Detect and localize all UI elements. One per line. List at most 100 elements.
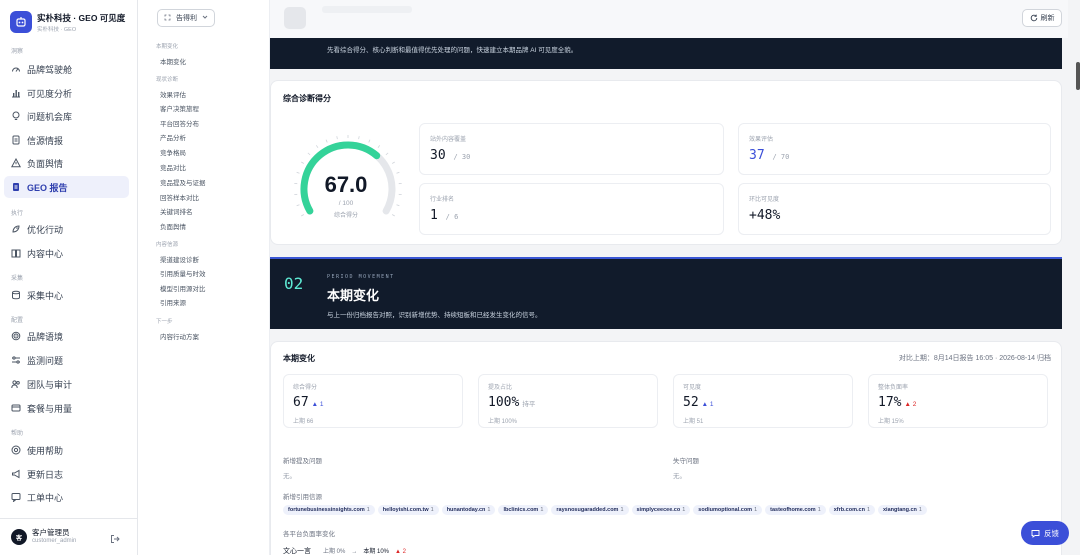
metric-label: 行业排名 <box>430 197 455 203</box>
chat-icon <box>1031 529 1040 538</box>
gauge-tick <box>391 214 395 217</box>
score-card-title: 综合诊断得分 <box>283 94 331 103</box>
score-label: 综合得分 <box>333 213 358 219</box>
gauge-tick <box>385 152 389 156</box>
toc-item[interactable]: 内容行动方案 <box>160 331 199 341</box>
gauge-tick <box>296 204 300 207</box>
sidebar-item-collection[interactable]: 采集中心 <box>4 284 129 306</box>
sidebar-item-actions[interactable]: 优化行动 <box>4 218 129 240</box>
source-chip[interactable]: hunantoday.cn 1 <box>441 505 496 515</box>
refresh-button[interactable]: 刷新 <box>1022 9 1062 27</box>
metric-value: 37 <box>749 148 765 163</box>
gauge-tick <box>368 139 371 143</box>
bar-chart-icon <box>11 88 21 98</box>
toc-item[interactable]: 平台回答分布 <box>160 118 199 128</box>
platform-row: 文心一言 上期 0% → 本期 10% ▲ 2 <box>283 548 406 555</box>
toc-item[interactable]: 竞争格局 <box>160 147 186 157</box>
toc-item[interactable]: 负面舆情 <box>160 221 186 231</box>
stat-overall-score: 综合得分 67 ▲ 1 上期 66 <box>283 374 463 428</box>
sliders-icon <box>11 355 21 365</box>
sidebar-item-monitor[interactable]: 监测问题 <box>4 349 129 371</box>
gauge-tick <box>296 171 300 174</box>
logout-icon[interactable] <box>110 531 120 549</box>
sidebar-item-tickets[interactable]: 工单中心 <box>4 486 129 508</box>
sidebar-item-content[interactable]: 内容中心 <box>4 242 129 264</box>
refresh-icon <box>1030 14 1037 22</box>
toc-item[interactable]: 客户决策旅程 <box>160 103 199 113</box>
report-select[interactable]: 告得利 <box>157 9 215 27</box>
database-icon <box>11 290 21 300</box>
toc-item[interactable]: 竞品对比 <box>160 162 186 172</box>
sidebar-item-brand-context[interactable]: 品牌语境 <box>4 325 129 347</box>
section-banner-period: 02 PERIOD MOVEMENT 本期变化 与上一份归档报告对照，识别新增优… <box>270 257 1062 329</box>
lost-problems-label: 失守问题 <box>673 458 699 465</box>
section-description: 与上一份归档报告对照，识别新增优势、持续短板和已经发生变化的信号。 <box>327 312 542 319</box>
sidebar-item-team[interactable]: 团队与审计 <box>4 373 129 395</box>
document-icon <box>11 135 21 145</box>
report-select-value: 告得利 <box>176 15 197 22</box>
source-chip[interactable]: xfrb.com.cn 1 <box>828 505 875 515</box>
toc-item[interactable]: 引用质量与时效 <box>160 268 206 278</box>
metric-value: 1 <box>430 208 438 223</box>
metric-value: 30 <box>430 148 446 163</box>
sidebar-item-visibility[interactable]: 可见度分析 <box>4 82 129 104</box>
alert-icon <box>11 158 21 168</box>
report-outline: 告得利 本期变化 本期变化 现状诊断 效果评估 客户决策旅程 平台回答分布 产品… <box>138 0 270 555</box>
metric-denominator: / 30 <box>453 153 471 161</box>
toc-item[interactable]: 回答样本对比 <box>160 192 199 202</box>
metric-offsite-coverage: 站外内容覆盖 30 / 30 <box>419 123 724 175</box>
sidebar-item-sources[interactable]: 信源情报 <box>4 129 129 151</box>
toc-item[interactable]: 引用来源 <box>160 297 186 307</box>
source-chip[interactable]: lbclinics.com 1 <box>498 505 549 515</box>
toc-item[interactable]: 本期变化 <box>160 56 186 66</box>
source-chip[interactable]: sodiumoptional.com 1 <box>693 505 763 515</box>
gauge-tick <box>301 161 305 164</box>
source-chip[interactable]: helloyishi.com.tw 1 <box>377 505 439 515</box>
change-card-title: 本期变化 <box>283 354 315 363</box>
gauge-tick <box>315 145 319 148</box>
sidebar-item-dashboard[interactable]: 品牌驾驶舱 <box>4 58 129 80</box>
toc-item[interactable]: 渠道建设诊断 <box>160 254 199 264</box>
score-card: 综合诊断得分 67.0 / 100 综合得分 站外内容覆盖 30 / 30 效果… <box>270 80 1062 245</box>
sidebar-item-plan[interactable]: 套餐与用量 <box>4 397 129 419</box>
brand-name: 实朴科技 · GEO 可见度 <box>37 12 126 23</box>
feedback-button[interactable]: 反馈 <box>1021 521 1069 545</box>
megaphone-icon <box>11 469 21 479</box>
toc-section-title: 内容信源 <box>156 242 179 248</box>
metric-denominator: / 6 <box>445 213 459 221</box>
source-chip[interactable]: tasteofhome.com 1 <box>765 505 826 515</box>
source-chip[interactable]: xiangtang.cn 1 <box>878 505 927 515</box>
change-card: 本期变化 对比上期：8月14日报告 16:05 · 2026-08-14 归档 … <box>270 341 1062 555</box>
metric-industry-rank: 行业排名 1 / 6 <box>419 183 724 235</box>
header-placeholder <box>284 7 306 29</box>
avatar[interactable]: 客 <box>11 529 27 545</box>
metric-effect: 效果评估 37 / 70 <box>738 123 1051 175</box>
toc-item[interactable]: 效果评估 <box>160 89 186 99</box>
source-chip[interactable]: fortunebusinessinsights.com 1 <box>283 505 375 515</box>
sidebar-item-changelog[interactable]: 更新日志 <box>4 463 129 485</box>
scrollbar-thumb[interactable] <box>1076 62 1080 90</box>
sidebar-item-opportunities[interactable]: 问题机会库 <box>4 105 129 127</box>
lost-problems-value: 无。 <box>673 473 686 480</box>
sidebar-section-insight: 洞察 <box>11 49 24 55</box>
gauge-tick <box>301 214 305 217</box>
ticket-icon <box>11 492 21 502</box>
new-problems-label: 新增提及问题 <box>283 458 322 465</box>
sidebar-item-help[interactable]: 使用帮助 <box>4 439 129 461</box>
new-problems-value: 无。 <box>283 473 296 480</box>
section-number: 02 <box>284 274 304 293</box>
brand[interactable]: 实朴科技 · GEO 可见度 实朴科技 · GEO <box>10 10 125 34</box>
source-chip[interactable]: simplyceecee.co 1 <box>631 505 691 515</box>
gauge-tick <box>396 171 400 174</box>
gauge-tick <box>391 161 395 164</box>
metric-label: 环比可见度 <box>749 197 780 203</box>
toc-item[interactable]: 产品分析 <box>160 132 186 142</box>
toc-item[interactable]: 模型引用源对比 <box>160 283 206 293</box>
stat-visibility: 可见度 52 ▲ 1 上期 51 <box>673 374 853 428</box>
toc-item[interactable]: 关键词排名 <box>160 206 193 216</box>
toc-item[interactable]: 竞品提及与证据 <box>160 177 206 187</box>
sidebar-item-geo-report[interactable]: GEO 报告 <box>4 176 129 198</box>
source-chip[interactable]: raysnosugaradded.com 1 <box>551 505 629 515</box>
sidebar-section-config: 配置 <box>11 318 24 324</box>
sidebar-item-negative[interactable]: 负面舆情 <box>4 152 129 174</box>
